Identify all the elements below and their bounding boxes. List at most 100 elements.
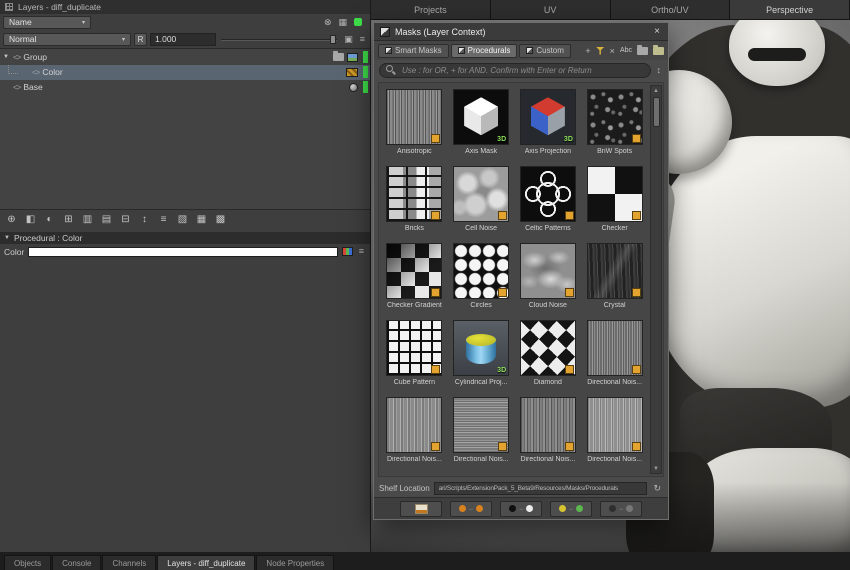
panel-tab-bar: ObjectsConsoleChannelsLayers - diff_dupl… — [0, 552, 850, 570]
viewport-tab-projects[interactable]: Projects — [371, 0, 491, 19]
mask-item-cell-noise[interactable]: Cell Noise — [448, 162, 515, 239]
clear-search-icon[interactable]: × — [610, 46, 615, 56]
mask-thumbnail — [587, 243, 643, 299]
preset-dot — [609, 505, 616, 512]
swatch-options-icon[interactable]: ▣ — [342, 35, 355, 44]
viewport-tab-uv[interactable]: UV — [491, 0, 611, 19]
mask-item-celtic[interactable]: Celtic Patterns — [515, 162, 582, 239]
refresh-icon[interactable]: ↻ — [651, 484, 663, 493]
mask-item-cloud-noise[interactable]: Cloud Noise — [515, 239, 582, 316]
favorite-badge — [431, 442, 440, 451]
layer-row-base[interactable]: <>Base — [0, 80, 370, 95]
dialog-tab-custom[interactable]: Custom — [519, 44, 571, 58]
add-mask-icon[interactable]: ◧ — [22, 212, 39, 228]
layer-row-group[interactable]: ▼<>Group — [0, 50, 370, 65]
3d-badge: 3D — [497, 367, 506, 374]
text-search-icon[interactable]: Abc — [620, 47, 632, 54]
dialog-titlebar[interactable]: Masks (Layer Context) × — [374, 23, 668, 41]
folder-open-icon[interactable] — [653, 47, 664, 55]
flatten-icon[interactable]: ≡ — [155, 212, 172, 228]
mask-item-axis-projection[interactable]: 3DAxis Projection — [515, 85, 582, 162]
panel-tab-layers-diff-duplicate[interactable]: Layers - diff_duplicate — [157, 555, 255, 570]
collapse-icon[interactable]: ▼ — [4, 235, 10, 241]
panel-tab-objects[interactable]: Objects — [4, 555, 51, 570]
color-swatch[interactable] — [28, 247, 337, 257]
preset-dot — [476, 505, 483, 512]
tab-icon — [385, 47, 392, 54]
mask-item-cylindrical[interactable]: 3DCylindrical Proj... — [448, 316, 515, 393]
name-filter-dropdown[interactable]: Name ▾ — [3, 16, 91, 29]
amount-field[interactable]: 1.000 — [150, 33, 216, 46]
viewport-tab-perspective[interactable]: Perspective — [730, 0, 850, 19]
add-group-icon[interactable]: ⊞ — [60, 212, 77, 228]
mask-label: Crystal — [604, 302, 626, 309]
mask-item-axis-mask[interactable]: 3DAxis Mask — [448, 85, 515, 162]
mask-label: Celtic Patterns — [525, 225, 571, 232]
scrollbar[interactable]: ▲ ▼ — [650, 85, 662, 474]
blend-mode-dropdown[interactable]: Normal ▾ — [3, 33, 131, 46]
layers-panel-titlebar[interactable]: Layers - diff_duplicate — [0, 0, 370, 14]
filter-funnel-icon[interactable] — [596, 47, 605, 55]
viewport-tab-ortho-uv[interactable]: Ortho/UV — [611, 0, 731, 19]
procedural-section-header[interactable]: ▼ Procedural : Color — [0, 232, 370, 244]
shelf-preset-2[interactable]: → — [450, 501, 492, 517]
mask-item-directional-4[interactable]: Directional Nois... — [515, 393, 582, 470]
shelf-preset-5[interactable]: → — [600, 501, 642, 517]
mask-item-circles[interactable]: Circles — [448, 239, 515, 316]
add-channel-icon[interactable]: ▥ — [79, 212, 96, 228]
thumbnail-options-icon[interactable]: ▦ — [336, 18, 349, 27]
sort-icon[interactable]: ↕ — [655, 66, 664, 75]
shelf-preset-4[interactable]: → — [550, 501, 592, 517]
layer-row-color[interactable]: <>Color — [0, 65, 370, 80]
shelf-path-field[interactable]: ari/Scripts/ExtensionPack_5_Beta9/Resour… — [434, 482, 648, 495]
scrollbar-thumb[interactable] — [653, 97, 660, 127]
large-thumbs-icon[interactable]: ▩ — [212, 212, 229, 228]
shelf-preset-1[interactable] — [400, 501, 442, 517]
search-input[interactable] — [400, 65, 644, 76]
mask-item-directional-5[interactable]: Directional Nois... — [581, 393, 648, 470]
panel-tab-node-properties[interactable]: Node Properties — [256, 555, 334, 570]
dialog-tab-procedurals[interactable]: Procedurals — [451, 44, 518, 58]
color-picker-icon[interactable] — [342, 247, 353, 256]
reset-amount-button[interactable]: R — [134, 33, 147, 46]
amount-slider[interactable] — [219, 33, 339, 46]
masks-grid: Anisotropic3DAxis Mask3DAxis ProjectionB… — [381, 85, 648, 474]
slider-thumb[interactable] — [330, 35, 336, 44]
close-icon[interactable]: × — [652, 26, 662, 37]
mask-thumbnail — [520, 166, 576, 222]
remove-layer-icon[interactable]: ⊟ — [117, 212, 134, 228]
small-thumbs-icon[interactable]: ▦ — [193, 212, 210, 228]
add-procedural-icon[interactable]: ▤ — [98, 212, 115, 228]
cache-indicator — [363, 66, 368, 78]
panel-tab-channels[interactable]: Channels — [102, 555, 156, 570]
folder-icon[interactable] — [637, 47, 648, 55]
panel-tab-console[interactable]: Console — [52, 555, 101, 570]
clear-filter-icon[interactable]: ⊗ — [322, 18, 334, 27]
shader-icon[interactable]: ▧ — [174, 212, 191, 228]
add-adjustment-icon[interactable]: ◐ — [41, 212, 58, 228]
mask-item-anisotropic[interactable]: Anisotropic — [381, 85, 448, 162]
color-property-label: Color — [4, 247, 24, 257]
dialog-tab-smart-masks[interactable]: Smart Masks — [378, 44, 449, 58]
shelf-preset-3[interactable]: → — [500, 501, 542, 517]
add-shelf-item-icon[interactable]: + — [585, 46, 590, 56]
color-options-icon[interactable]: ≡ — [357, 247, 366, 256]
mask-item-directional-2[interactable]: Directional Nois... — [381, 393, 448, 470]
search-field[interactable] — [379, 63, 651, 78]
caret-down-icon[interactable]: ▼ — [2, 54, 10, 60]
mask-item-directional-3[interactable]: Directional Nois... — [448, 393, 515, 470]
mask-item-cube-pattern[interactable]: Cube Pattern — [381, 316, 448, 393]
mask-item-checker[interactable]: Checker — [581, 162, 648, 239]
scroll-down-icon[interactable]: ▼ — [653, 464, 659, 473]
mask-item-bricks[interactable]: Bricks — [381, 162, 448, 239]
panel-menu-icon[interactable]: ≡ — [358, 35, 367, 44]
mask-item-diamond[interactable]: Diamond — [515, 316, 582, 393]
add-layer-icon[interactable]: ⊕ — [3, 212, 20, 228]
layer-tree[interactable]: ▼<>Group<>Color<>Base — [0, 48, 370, 210]
move-layer-icon[interactable]: ↕ — [136, 212, 153, 228]
mask-item-directional-1[interactable]: Directional Nois... — [581, 316, 648, 393]
mask-item-crystal[interactable]: Crystal — [581, 239, 648, 316]
mask-item-checker-gradient[interactable]: Checker Gradient — [381, 239, 448, 316]
mask-item-bnw-spots[interactable]: BnW Spots — [581, 85, 648, 162]
scroll-up-icon[interactable]: ▲ — [653, 86, 659, 95]
